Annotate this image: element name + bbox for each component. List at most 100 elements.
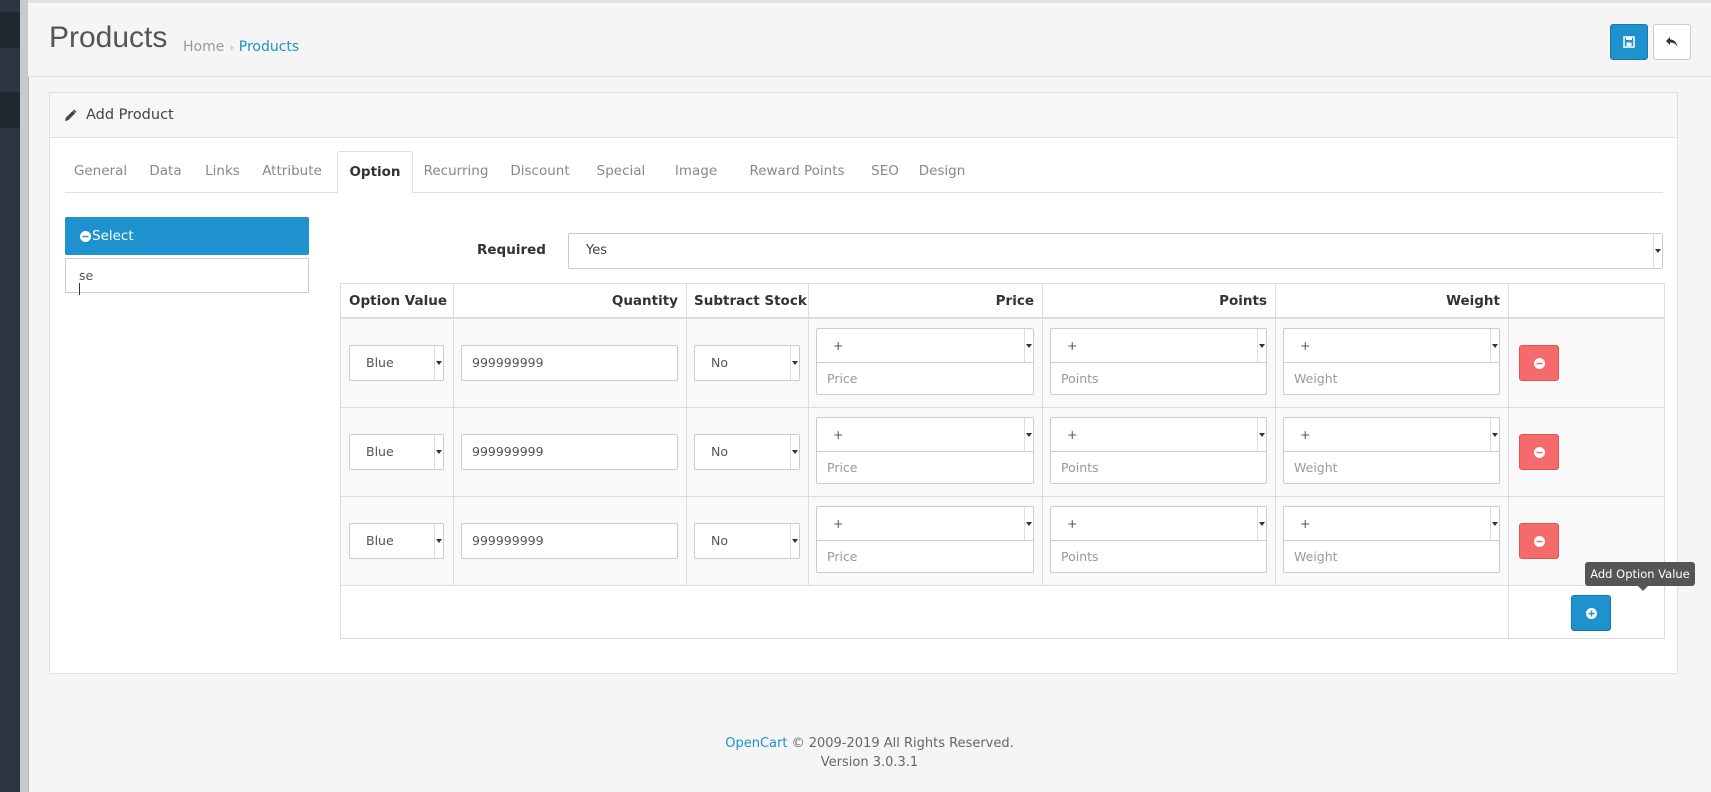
weight-input[interactable]: Weight: [1283, 362, 1500, 395]
points-prefix-value: +: [1067, 427, 1078, 442]
points-prefix-select[interactable]: +: [1050, 506, 1267, 542]
left-navigation-sidebar: [0, 0, 20, 792]
subtract-stock-select[interactable]: No: [694, 345, 800, 381]
tab-discount[interactable]: Discount: [497, 151, 583, 192]
sidebar-band: [0, 12, 20, 48]
weight-prefix-value: +: [1300, 338, 1311, 353]
price-prefix-value: +: [833, 427, 844, 442]
weight-input[interactable]: Weight: [1283, 451, 1500, 484]
tab-general[interactable]: General: [65, 151, 136, 192]
price-prefix-select[interactable]: +: [816, 417, 1034, 453]
column-divider: [1275, 284, 1276, 586]
column-header-subtract-stock: Subtract Stock: [686, 284, 808, 319]
quantity-input[interactable]: 999999999: [461, 345, 678, 381]
footer-copyright-line: OpenCart © 2009-2019 All Rights Reserved…: [28, 734, 1711, 753]
column-divider: [1508, 284, 1509, 638]
remove-option-value-button[interactable]: [1519, 345, 1559, 381]
weight-prefix-select[interactable]: +: [1283, 328, 1500, 364]
minus-circle-icon: [1533, 446, 1545, 458]
tab-image[interactable]: Image: [659, 151, 733, 192]
chevron-down-icon: [1490, 507, 1499, 541]
breadcrumb-separator: ›: [229, 41, 234, 54]
chevron-down-icon: [434, 346, 443, 380]
subtract-stock-value: No: [711, 533, 728, 548]
points-input[interactable]: Points: [1050, 451, 1267, 484]
chevron-down-icon: [1257, 329, 1266, 363]
chevron-down-icon: [1490, 329, 1499, 363]
save-button[interactable]: [1610, 24, 1648, 60]
price-input[interactable]: Price: [816, 540, 1034, 573]
subtract-stock-select[interactable]: No: [694, 523, 800, 559]
back-button[interactable]: [1653, 24, 1691, 60]
version-text: Version 3.0.3.1: [820, 755, 919, 770]
required-select[interactable]: Yes: [568, 233, 1663, 269]
price-prefix-select[interactable]: +: [816, 328, 1034, 364]
tab-special[interactable]: Special: [583, 151, 659, 192]
price-prefix-select[interactable]: +: [816, 506, 1034, 542]
page-title: Products: [49, 21, 168, 54]
opencart-link[interactable]: OpenCart: [725, 736, 787, 751]
text-cursor: [79, 283, 80, 295]
weight-prefix-select[interactable]: +: [1283, 417, 1500, 453]
points-input[interactable]: Points: [1050, 540, 1267, 573]
add-product-panel: Add Product General Data Links Attribute…: [49, 92, 1678, 674]
option-value-select[interactable]: Blue: [349, 345, 444, 381]
column-header-weight: Weight: [1275, 284, 1508, 319]
chevron-down-icon: [1257, 418, 1266, 452]
tab-recurring[interactable]: Recurring: [415, 151, 497, 192]
floppy-disk-icon: [1623, 36, 1635, 48]
column-divider: [808, 284, 809, 586]
quantity-value: 999999999: [472, 355, 544, 370]
tab-design[interactable]: Design: [909, 151, 975, 192]
tab-seo[interactable]: SEO: [861, 151, 909, 192]
breadcrumb-home[interactable]: Home: [183, 39, 224, 55]
chevron-down-icon: [1653, 234, 1662, 268]
quantity-input[interactable]: 999999999: [461, 434, 678, 470]
points-prefix-value: +: [1067, 338, 1078, 353]
scrollbar[interactable]: [20, 0, 29, 792]
subtract-stock-value: No: [711, 444, 728, 459]
weight-prefix-select[interactable]: +: [1283, 506, 1500, 542]
weight-input[interactable]: Weight: [1283, 540, 1500, 573]
option-value-select[interactable]: Blue: [349, 434, 444, 470]
option-autocomplete-input[interactable]: se: [65, 258, 309, 295]
chevron-down-icon: [1490, 418, 1499, 452]
chevron-down-icon: [434, 524, 443, 558]
plus-circle-icon: [1585, 607, 1597, 619]
price-input[interactable]: Price: [816, 451, 1034, 484]
price-input[interactable]: Price: [816, 362, 1034, 395]
option-value-text: Blue: [366, 355, 394, 370]
remove-option-value-button[interactable]: [1519, 434, 1559, 470]
chevron-down-icon: [790, 435, 799, 469]
quantity-input[interactable]: 999999999: [461, 523, 678, 559]
table-row: Blue 999999999 No + Price + Points + Wei…: [341, 497, 1664, 586]
minus-circle-icon[interactable]: [80, 230, 91, 242]
page-header: Products Home › Products: [28, 3, 1711, 77]
column-header-price: Price: [808, 284, 1042, 319]
chevron-down-icon: [1024, 418, 1033, 452]
option-value-text: Blue: [366, 444, 394, 459]
option-value-select[interactable]: Blue: [349, 523, 444, 559]
panel-heading: Add Product: [50, 93, 1677, 138]
breadcrumb-products[interactable]: Products: [239, 39, 299, 55]
chevron-down-icon: [434, 435, 443, 469]
option-values-table: Option Value Quantity Subtract Stock Pri…: [340, 283, 1665, 639]
option-list-item-select[interactable]: Select: [65, 217, 309, 255]
product-tabs: General Data Links Attribute Option Recu…: [65, 151, 1663, 193]
subtract-stock-value: No: [711, 355, 728, 370]
tab-attribute[interactable]: Attribute: [250, 151, 334, 192]
points-prefix-select[interactable]: +: [1050, 417, 1267, 453]
subtract-stock-select[interactable]: No: [694, 434, 800, 470]
points-prefix-select[interactable]: +: [1050, 328, 1267, 364]
add-option-value-button[interactable]: [1571, 595, 1611, 631]
column-divider: [686, 284, 687, 586]
tab-option[interactable]: Option: [337, 151, 413, 193]
tab-reward-points[interactable]: Reward Points: [733, 151, 861, 192]
remove-option-value-button[interactable]: [1519, 523, 1559, 559]
copyright-text: © 2009-2019 All Rights Reserved.: [791, 736, 1014, 751]
points-input[interactable]: Points: [1050, 362, 1267, 395]
tab-links[interactable]: Links: [195, 151, 250, 192]
tab-data[interactable]: Data: [136, 151, 195, 192]
chevron-down-icon: [790, 346, 799, 380]
column-header-option-value: Option Value: [341, 284, 453, 319]
